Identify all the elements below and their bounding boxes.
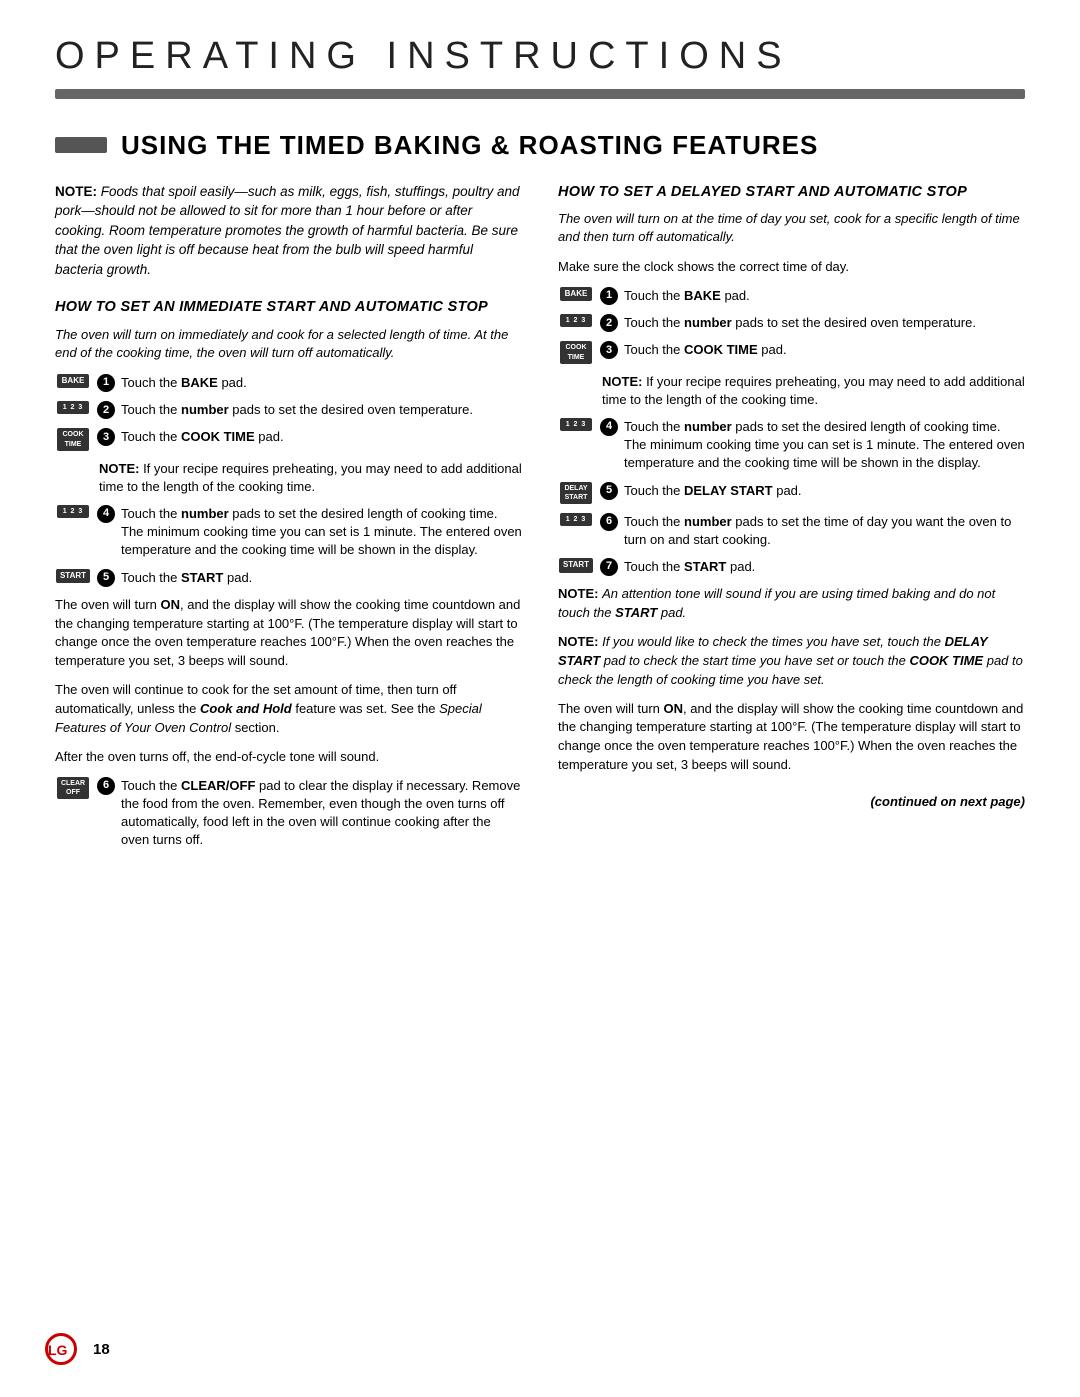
step-num-4: 4	[97, 505, 115, 523]
step-num-1: 1	[97, 374, 115, 392]
step-r5-icons: DELAY START	[558, 482, 594, 504]
step-2-icons: 1 2 3	[55, 401, 91, 414]
numbers-key-2: 1 2 3	[57, 401, 89, 414]
step-6-left: CLEAR OFF 6 Touch the CLEAR/OFF pad to c…	[55, 777, 522, 850]
delay-start-key-r5: DELAY START	[560, 482, 592, 504]
step-1-icons: BAKE	[55, 374, 91, 388]
left-column: NOTE: Foods that spoil easily—such as mi…	[55, 182, 522, 859]
numbers-key-r2: 1 2 3	[560, 314, 592, 327]
step-r3-text: Touch the COOK TIME pad.	[624, 341, 1025, 359]
page: Operating Instructions Using the Timed B…	[0, 0, 1080, 1397]
step-4-text: Touch the number pads to set the desired…	[121, 505, 522, 560]
cook-time-key-r3: COOK TIME	[560, 341, 592, 363]
step-r1-text: Touch the BAKE pad.	[624, 287, 1025, 305]
step-2-left: 1 2 3 2 Touch the number pads to set the…	[55, 401, 522, 419]
sub-desc-delayed: The oven will turn on at the time of day…	[558, 210, 1025, 246]
sub-heading-immediate: How to Set an Immediate Start and Automa…	[55, 297, 522, 317]
step-r7-text: Touch the START pad.	[624, 558, 1025, 576]
numbers-key-r6: 1 2 3	[560, 513, 592, 526]
lg-logo: LG	[45, 1333, 77, 1365]
start-key-5: START	[56, 569, 90, 583]
step-r7-icons: START	[558, 558, 594, 572]
step-r2: 1 2 3 2 Touch the number pads to set the…	[558, 314, 1025, 332]
step-r4-icons: 1 2 3	[558, 418, 594, 431]
footer: LG 18	[45, 1333, 110, 1365]
section-title-bar	[55, 137, 107, 153]
step-3-left: COOK TIME 3 Touch the COOK TIME pad.	[55, 428, 522, 450]
step-5-text: Touch the START pad.	[121, 569, 522, 587]
step-r1: BAKE 1 Touch the BAKE pad.	[558, 287, 1025, 305]
section-title-text: Using the Timed Baking & Roasting Featur…	[121, 127, 818, 163]
cook-time-key-3: COOK TIME	[57, 428, 89, 450]
step-r5: DELAY START 5 Touch the DELAY START pad.	[558, 482, 1025, 504]
continued-text: (continued on next page)	[558, 793, 1025, 811]
page-title: Operating Instructions	[55, 30, 1025, 83]
body-para-right: The oven will turn ON, and the display w…	[558, 700, 1025, 775]
step-6-icons: CLEAR OFF	[55, 777, 91, 799]
note-preheating-right: NOTE: If your recipe requires preheating…	[558, 373, 1025, 409]
step-2-text: Touch the number pads to set the desired…	[121, 401, 522, 419]
header-bar	[55, 89, 1025, 99]
two-column-layout: NOTE: Foods that spoil easily—such as mi…	[55, 182, 1025, 859]
step-num-3: 3	[97, 428, 115, 446]
start-key-r7: START	[559, 558, 593, 572]
body-para-2: The oven will continue to cook for the s…	[55, 681, 522, 738]
step-num-2: 2	[97, 401, 115, 419]
page-number: 18	[93, 1339, 110, 1360]
step-1-text: Touch the BAKE pad.	[121, 374, 522, 392]
step-r2-text: Touch the number pads to set the desired…	[624, 314, 1025, 332]
step-num-r2: 2	[600, 314, 618, 332]
right-column: How to Set a Delayed Start and Automatic…	[558, 182, 1025, 859]
bake-key-1: BAKE	[57, 374, 89, 388]
step-r1-icons: BAKE	[558, 287, 594, 301]
step-r3: COOK TIME 3 Touch the COOK TIME pad.	[558, 341, 1025, 363]
intro-note: NOTE: Foods that spoil easily—such as mi…	[55, 182, 522, 280]
step-1-left: BAKE 1 Touch the BAKE pad.	[55, 374, 522, 392]
step-5-icons: START	[55, 569, 91, 583]
step-r6-icons: 1 2 3	[558, 513, 594, 526]
step-r5-text: Touch the DELAY START pad.	[624, 482, 1025, 500]
body-para-1: The oven will turn ON, and the display w…	[55, 596, 522, 671]
section-title: Using the Timed Baking & Roasting Featur…	[55, 127, 1025, 163]
step-3-icons: COOK TIME	[55, 428, 91, 450]
step-r6: 1 2 3 6 Touch the number pads to set the…	[558, 513, 1025, 549]
step-num-r6: 6	[600, 513, 618, 531]
step-r4-text: Touch the number pads to set the desired…	[624, 418, 1025, 473]
note-preheating-left: NOTE: If your recipe requires preheating…	[55, 460, 522, 496]
note-check-times: NOTE: If you would like to check the tim…	[558, 633, 1025, 690]
sub-desc-immediate: The oven will turn on immediately and co…	[55, 326, 522, 362]
step-5-left: START 5 Touch the START pad.	[55, 569, 522, 587]
step-r2-icons: 1 2 3	[558, 314, 594, 327]
step-num-r4: 4	[600, 418, 618, 436]
step-num-5: 5	[97, 569, 115, 587]
step-4-icons: 1 2 3	[55, 505, 91, 518]
sub-heading-delayed: How to Set a Delayed Start and Automatic…	[558, 182, 1025, 202]
step-num-r7: 7	[600, 558, 618, 576]
step-r4: 1 2 3 4 Touch the number pads to set the…	[558, 418, 1025, 473]
body-para-3: After the oven turns off, the end-of-cyc…	[55, 748, 522, 767]
svg-text:LG: LG	[48, 1342, 68, 1358]
step-6-text: Touch the CLEAR/OFF pad to clear the dis…	[121, 777, 522, 850]
step-num-6: 6	[97, 777, 115, 795]
step-3-text: Touch the COOK TIME pad.	[121, 428, 522, 446]
note-label: NOTE:	[55, 184, 97, 199]
step-num-r3: 3	[600, 341, 618, 359]
note-attention-tone: NOTE: An attention tone will sound if yo…	[558, 585, 1025, 623]
step-4-left: 1 2 3 4 Touch the number pads to set the…	[55, 505, 522, 560]
step-r6-text: Touch the number pads to set the time of…	[624, 513, 1025, 549]
numbers-key-4: 1 2 3	[57, 505, 89, 518]
bake-key-r1: BAKE	[560, 287, 592, 301]
numbers-key-r4: 1 2 3	[560, 418, 592, 431]
step-num-r5: 5	[600, 482, 618, 500]
step-num-r1: 1	[600, 287, 618, 305]
clear-off-key: CLEAR OFF	[57, 777, 89, 799]
step-r3-icons: COOK TIME	[558, 341, 594, 363]
make-sure-text: Make sure the clock shows the correct ti…	[558, 258, 1025, 277]
step-r7: START 7 Touch the START pad.	[558, 558, 1025, 576]
